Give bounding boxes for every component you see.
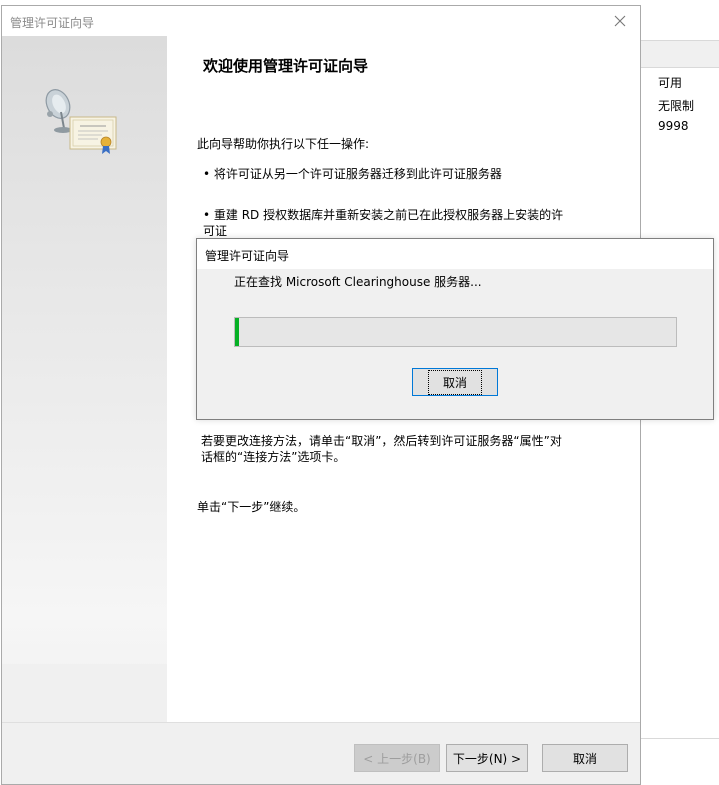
progress-dialog-titlebar: 管理许可证向导 bbox=[197, 239, 713, 269]
cell-unlimited: 无限制 bbox=[658, 99, 695, 113]
side-panel-lower bbox=[2, 664, 167, 722]
progress-cancel-label: 取消 bbox=[427, 369, 482, 395]
cancel-button[interactable]: 取消 bbox=[542, 744, 628, 772]
progress-cancel-button[interactable]: 取消 bbox=[412, 368, 498, 396]
progress-dialog: 管理许可证向导 正在查找 Microsoft Clearinghouse 服务器… bbox=[196, 238, 714, 420]
wizard-titlebar: 管理许可证向导 bbox=[2, 6, 640, 36]
progress-bar bbox=[234, 317, 677, 347]
progress-bar-fill bbox=[235, 318, 240, 346]
bullet-rebuild: • 重建 RD 授权数据库并重新安装之前已在此授权服务器上安装的许可证 bbox=[203, 208, 564, 238]
column-header-available: 可用 bbox=[658, 76, 683, 90]
close-icon bbox=[614, 15, 626, 27]
license-server-certificate-icon bbox=[45, 89, 117, 154]
next-button[interactable]: 下一步(N) > bbox=[446, 744, 528, 772]
continue-note: 单击“下一步”继续。 bbox=[197, 500, 306, 514]
divider bbox=[640, 738, 719, 739]
column-header-bar bbox=[640, 40, 719, 68]
progress-status-text: 正在查找 Microsoft Clearinghouse 服务器... bbox=[234, 275, 482, 289]
close-button[interactable] bbox=[604, 10, 636, 32]
wizard-side-panel bbox=[2, 36, 167, 722]
back-button[interactable]: < 上一步(B) bbox=[354, 744, 440, 772]
intro-text: 此向导帮助你执行以下任一操作: bbox=[197, 137, 370, 151]
wizard-footer: < 上一步(B) 下一步(N) > 取消 bbox=[2, 722, 640, 784]
progress-dialog-title: 管理许可证向导 bbox=[205, 249, 290, 263]
bullet-migrate: • 将许可证从另一个许可证服务器迁移到此许可证服务器 bbox=[203, 167, 502, 181]
page-title: 欢迎使用管理许可证向导 bbox=[203, 57, 369, 75]
connection-method-note: 若要更改连接方法，请单击“取消”，然后转到许可证服务器“属性”对话框的“连接方法… bbox=[201, 434, 562, 464]
wizard-title: 管理许可证向导 bbox=[10, 16, 95, 30]
cell-count: 9998 bbox=[658, 119, 689, 133]
